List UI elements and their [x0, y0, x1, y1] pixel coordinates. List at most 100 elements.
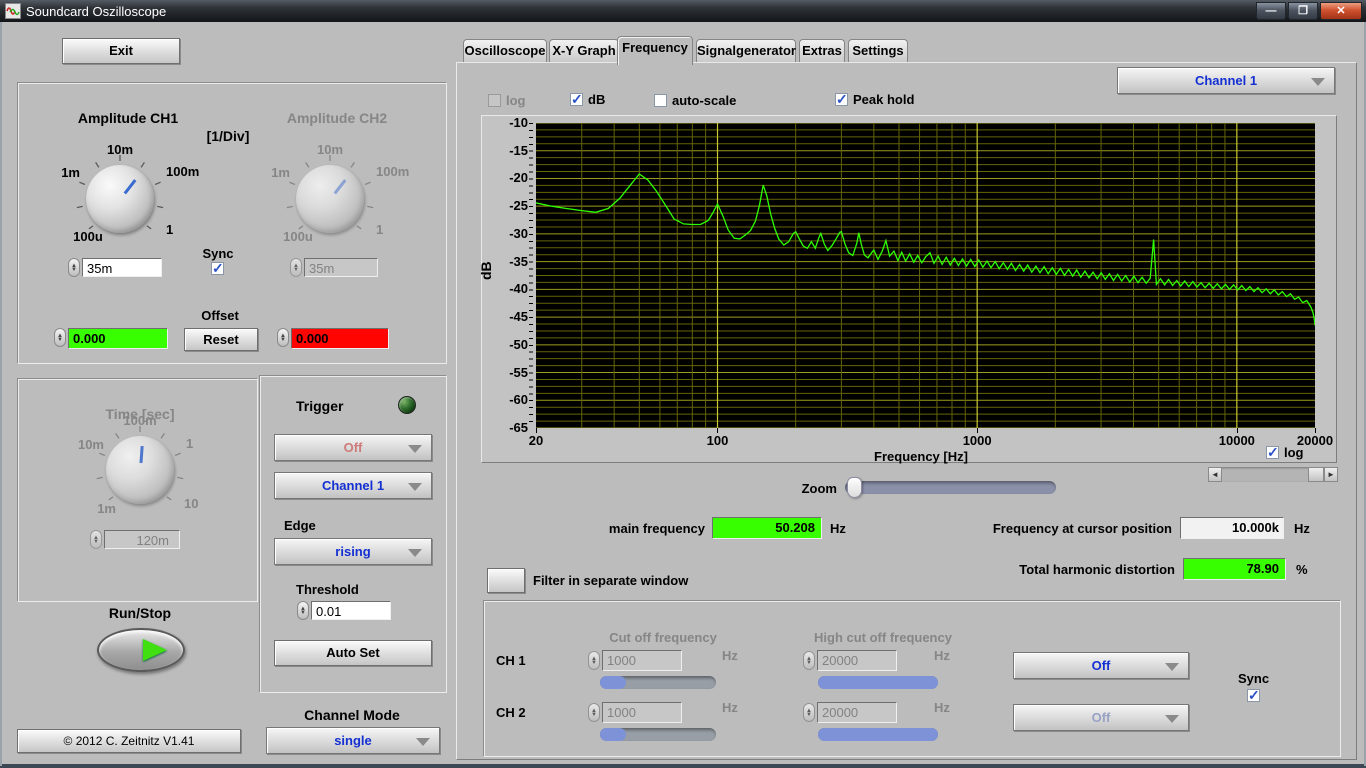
- scroll-left-icon[interactable]: ◄: [1208, 467, 1222, 482]
- exit-button[interactable]: Exit: [62, 38, 180, 64]
- amp2-tick-1m: 1m: [271, 165, 290, 180]
- amp-sync-label: Sync: [202, 246, 234, 261]
- scrollbar-thumb[interactable]: [1308, 467, 1324, 482]
- threshold-stepper[interactable]: ▲ ▼: [297, 601, 309, 620]
- ch2-cutoff-stepper: ▲ ▼: [588, 703, 600, 722]
- tab-extras[interactable]: Extras: [799, 39, 845, 62]
- peak-hold-checkbox[interactable]: [835, 91, 848, 108]
- y-tick-label: -30: [509, 225, 528, 241]
- ch2-filter-mode-dropdown: Off: [1013, 704, 1189, 731]
- offset-ch1-stepper[interactable]: ▲ ▼: [54, 328, 66, 347]
- zoom-slider-track[interactable]: [845, 481, 1056, 494]
- y-axis-minor-ticks: [529, 123, 533, 428]
- ch1-highcut-slider[interactable]: [818, 676, 938, 689]
- edge-dropdown[interactable]: rising: [274, 538, 432, 565]
- zoom-slider-thumb[interactable]: [847, 477, 862, 498]
- channel-mode-value: single: [334, 733, 372, 748]
- trigger-source-dropdown[interactable]: Channel 1: [274, 472, 432, 499]
- y-tick-label: -15: [509, 142, 528, 158]
- amplitude-ch1-knob-needle: [123, 179, 136, 195]
- y-tick-label: -60: [509, 392, 528, 408]
- play-icon: [143, 639, 167, 661]
- trigger-mode-value: Off: [343, 440, 363, 455]
- thd-label: Total harmonic distortion: [1019, 562, 1175, 577]
- time-tick-1m: 1m: [97, 501, 116, 516]
- chevron-down-icon: [416, 737, 430, 746]
- ch2-filter-mode-value: Off: [1091, 710, 1111, 725]
- amp1-tick-100u: 100u: [73, 229, 103, 244]
- peak-hold-label: Peak hold: [853, 92, 915, 107]
- amplitude-ch1-value[interactable]: 35m: [82, 258, 162, 277]
- amplitude-ch1-stepper[interactable]: ▲ ▼: [68, 258, 80, 277]
- cursor-frequency-value: 10.000k: [1180, 517, 1284, 539]
- window-border-bottom: [0, 764, 1366, 768]
- y-tick-label: -50: [509, 336, 528, 352]
- ch1-highcut-slider-fill: [818, 676, 938, 689]
- time-stepper: ▲ ▼: [90, 530, 102, 549]
- offset-ch2-stepper[interactable]: ▲ ▼: [277, 328, 289, 347]
- db-checkbox[interactable]: [570, 91, 583, 108]
- x-tick-label: 100: [706, 433, 729, 448]
- ch2-label: CH 2: [496, 705, 526, 720]
- chevron-down-icon: [1165, 714, 1179, 723]
- ch1-highcut-stepper[interactable]: ▲ ▼: [803, 651, 815, 670]
- y-tick-label: -35: [509, 253, 528, 269]
- x-tick-label: 1000: [962, 433, 992, 448]
- chevron-down-icon: [1311, 77, 1325, 86]
- filter-sync-checkbox[interactable]: [1247, 687, 1260, 704]
- ch1-highcut-value[interactable]: 20000: [817, 650, 897, 671]
- x-tick-mark: [1315, 428, 1316, 433]
- y-tick-label: -45: [509, 309, 528, 325]
- amp1-tick-1: 1: [166, 222, 174, 237]
- offset-reset-button[interactable]: Reset: [184, 328, 258, 351]
- ch1-cutoff-slider[interactable]: [600, 676, 716, 689]
- chevron-down-icon: [408, 548, 422, 557]
- threshold-value[interactable]: 0.01: [311, 601, 391, 620]
- y-tick-label: -25: [509, 198, 528, 214]
- auto-set-button[interactable]: Auto Set: [274, 640, 432, 666]
- scroll-right-icon[interactable]: ►: [1324, 467, 1338, 482]
- run-stop-button[interactable]: [97, 628, 185, 672]
- ch1-cutoff-stepper[interactable]: ▲ ▼: [588, 651, 600, 670]
- auto-scale-checkbox[interactable]: [654, 94, 667, 107]
- graph-scrollbar[interactable]: ◄ ►: [1208, 467, 1338, 482]
- minimize-icon[interactable]: —: [1256, 2, 1286, 20]
- chevron-down-icon: [408, 444, 422, 453]
- maximize-icon[interactable]: ❐: [1288, 2, 1318, 20]
- amplitude-ch2-knob-needle: [333, 179, 346, 195]
- time-tick-1: 1: [186, 436, 194, 451]
- filter-window-label: Filter in separate window: [533, 573, 689, 588]
- log-x-checkbox[interactable]: [1266, 444, 1279, 461]
- log-x-label: log: [1284, 445, 1304, 460]
- amp-sync-checkbox[interactable]: [211, 260, 224, 277]
- amp1-tick-1m: 1m: [61, 165, 80, 180]
- spectrum-channel-value: Channel 1: [1194, 73, 1258, 88]
- spectrum-channel-dropdown[interactable]: Channel 1: [1117, 67, 1335, 94]
- y-axis-title: dB: [478, 261, 494, 280]
- y-tick-label: -20: [509, 170, 528, 186]
- tab-frequency[interactable]: Frequency: [617, 36, 693, 65]
- ch1-cutoff-value[interactable]: 1000: [602, 650, 682, 671]
- highcut-label: High cut off frequency: [814, 630, 952, 645]
- amplitude-ch1-knob[interactable]: [86, 165, 154, 233]
- x-tick-mark: [536, 428, 537, 433]
- tab-xy-graph[interactable]: X-Y Graph: [549, 39, 619, 62]
- trigger-title: Trigger: [296, 398, 344, 414]
- close-icon[interactable]: ✕: [1320, 2, 1362, 20]
- filter-window-button[interactable]: [487, 568, 525, 593]
- thd-value: 78.90: [1183, 558, 1286, 580]
- app-icon: [5, 3, 21, 19]
- trigger-led-icon: [398, 396, 416, 414]
- ch2-highcut-unit: Hz: [934, 700, 950, 715]
- spectrum-plot[interactable]: [535, 122, 1316, 429]
- tab-signalgenerator[interactable]: Signalgenerator: [696, 39, 796, 62]
- tab-settings[interactable]: Settings: [848, 39, 908, 62]
- tab-oscilloscope[interactable]: Oscilloscope: [463, 39, 547, 62]
- offset-ch2-value[interactable]: 0.000: [291, 328, 389, 349]
- ch1-filter-mode-value: Off: [1091, 658, 1111, 673]
- edge-value: rising: [335, 544, 371, 559]
- auto-scale-label: auto-scale: [672, 93, 737, 108]
- channel-mode-dropdown[interactable]: single: [266, 727, 440, 754]
- ch1-filter-mode-dropdown[interactable]: Off: [1013, 652, 1189, 679]
- offset-ch1-value[interactable]: 0.000: [68, 328, 168, 349]
